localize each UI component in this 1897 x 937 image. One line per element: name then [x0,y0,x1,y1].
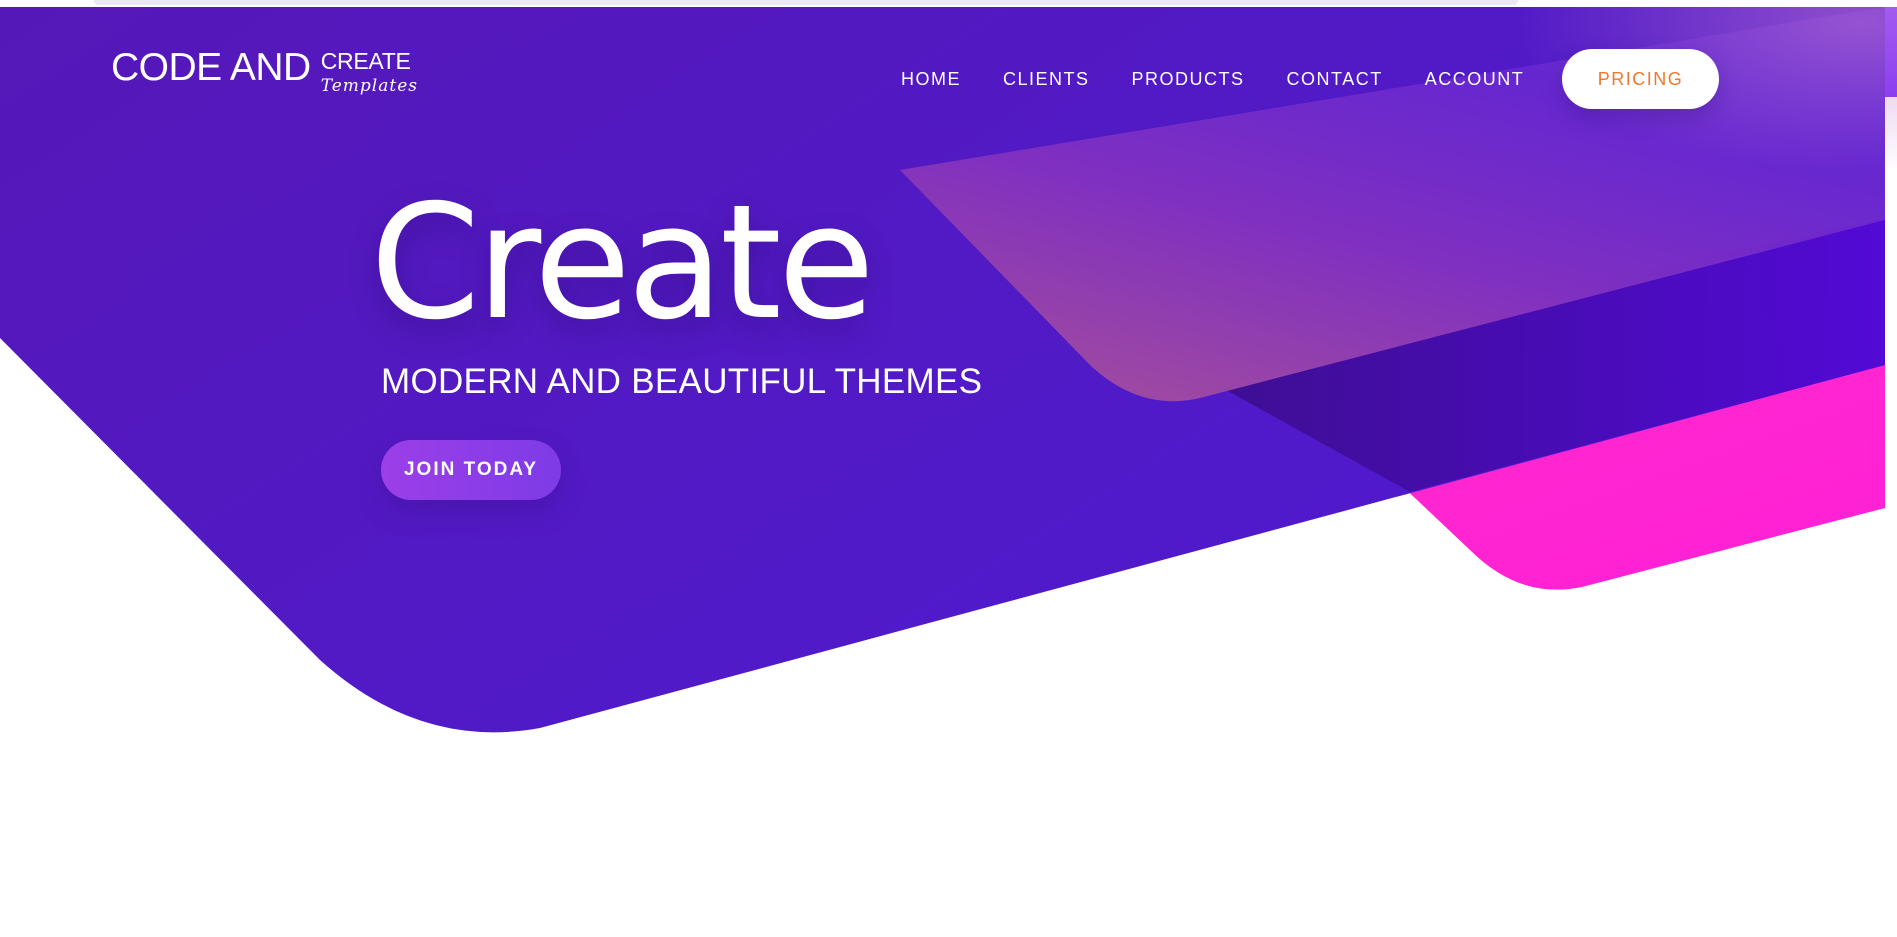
pricing-button[interactable]: PRICING [1562,49,1719,109]
nav-item-home[interactable]: HOME [901,69,961,90]
hero-title: Create [370,171,875,355]
nav-item-account[interactable]: ACCOUNT [1425,69,1525,90]
logo-create-text: CREATE [320,48,411,74]
logo-templates-text: Templates [320,76,418,96]
site-logo[interactable]: CODE AND CREATE Templates [111,46,418,96]
scrollbar-thumb[interactable] [1885,7,1897,97]
page-top-edge [94,0,1518,5]
logo-side: CREATE Templates [321,48,418,96]
hero-subtitle: MODERN AND BEAUTIFUL THEMES [381,362,983,401]
nav-item-clients[interactable]: CLIENTS [1003,69,1090,90]
join-today-button[interactable]: JOIN TODAY [381,440,561,500]
nav-item-products[interactable]: PRODUCTS [1132,69,1245,90]
nav-item-contact[interactable]: CONTACT [1287,69,1383,90]
logo-main-text: CODE AND [111,46,311,89]
main-nav: HOME CLIENTS PRODUCTS CONTACT ACCOUNT [880,49,1545,109]
hero-background [0,7,1897,733]
